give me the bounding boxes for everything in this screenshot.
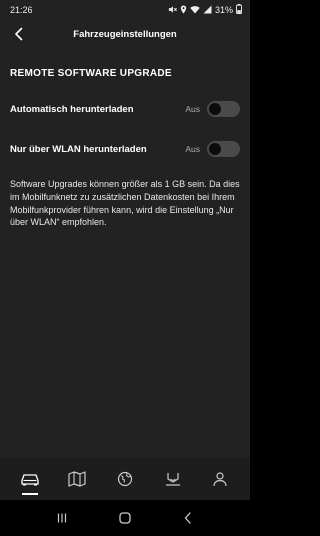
status-time: 21:26 — [10, 5, 33, 15]
app-header: Fahrzeugeinstellungen — [0, 20, 250, 48]
nav-item-service[interactable] — [158, 462, 188, 496]
toggle-knob — [209, 103, 221, 115]
toggle-knob — [209, 143, 221, 155]
nav-item-map[interactable] — [62, 462, 92, 496]
status-icons: 31% — [168, 4, 242, 16]
recent-apps-button[interactable] — [50, 506, 74, 530]
signal-icon — [203, 5, 212, 16]
back-button[interactable] — [10, 24, 28, 44]
nav-item-profile[interactable] — [205, 462, 235, 496]
battery-percent: 31% — [214, 5, 233, 15]
car-icon — [21, 474, 39, 486]
home-button[interactable] — [113, 506, 137, 530]
info-text: Software Upgrades können größer als 1 GB… — [10, 179, 240, 228]
profile-icon — [213, 472, 227, 487]
setting-wlan-only[interactable]: Nur über WLAN herunterladen Aus — [10, 140, 240, 158]
setting-label: Automatisch herunterladen — [10, 103, 134, 115]
page-title: Fahrzeugeinstellungen — [73, 28, 177, 40]
home-icon — [119, 512, 131, 524]
setting-label: Nur über WLAN herunterladen — [10, 143, 147, 155]
wifi-icon — [190, 5, 200, 16]
system-back-button[interactable] — [176, 506, 200, 530]
settings-content: REMOTE SOFTWARE UPGRADE Automatisch heru… — [0, 48, 250, 458]
bottom-nav — [0, 458, 250, 500]
recent-apps-icon — [57, 513, 66, 523]
wlan-only-toggle[interactable] — [207, 141, 240, 157]
setting-auto-download[interactable]: Automatisch herunterladen Aus — [10, 100, 240, 118]
chevron-left-icon — [15, 27, 23, 41]
setting-state: Aus — [185, 104, 200, 114]
status-bar: 21:26 31% — [0, 0, 250, 20]
nav-item-globe[interactable] — [110, 462, 140, 496]
battery-icon — [236, 4, 242, 16]
nav-item-vehicle[interactable] — [15, 462, 45, 496]
service-icon — [165, 473, 180, 486]
mute-icon — [168, 5, 177, 16]
map-icon — [68, 471, 86, 487]
auto-download-toggle[interactable] — [207, 101, 240, 117]
back-icon — [184, 512, 191, 524]
system-nav — [0, 500, 250, 536]
location-icon — [180, 4, 187, 16]
globe-icon — [117, 471, 133, 487]
setting-state: Aus — [185, 144, 200, 154]
section-title: REMOTE SOFTWARE UPGRADE — [10, 68, 172, 79]
